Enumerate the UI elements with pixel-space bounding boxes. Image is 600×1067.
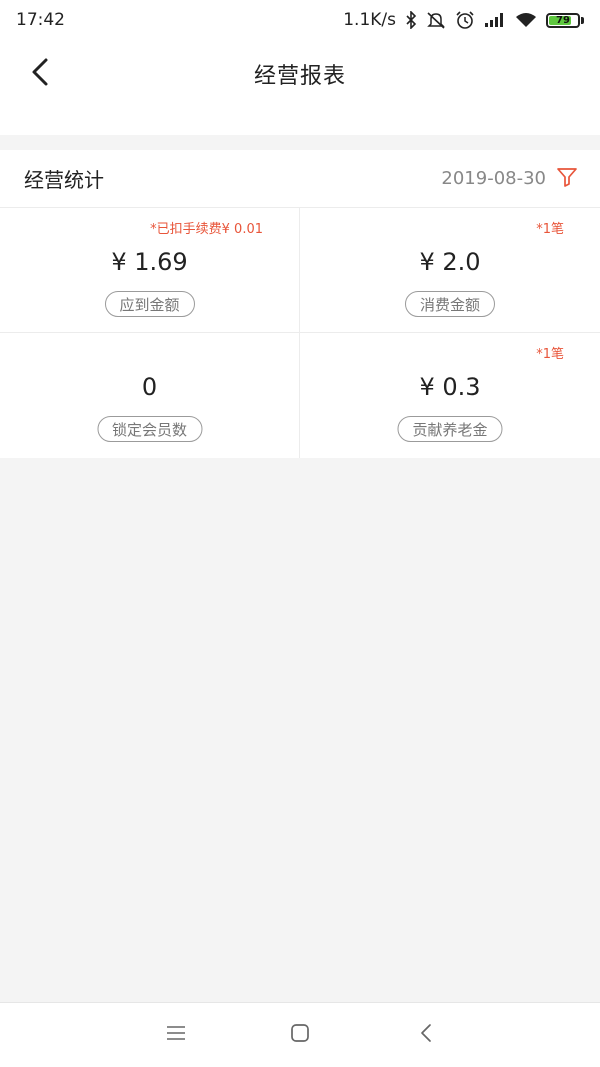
battery-indicator: 79 [546,12,580,28]
stat-note: *已扣手续费¥ 0.01 [150,222,263,237]
date-filter-button[interactable]: 2019-08-30 [441,166,578,192]
stat-cell-pension: *1笔 ¥ 0.3 贡献养老金 [300,333,600,458]
system-back-button[interactable] [412,1021,440,1049]
mute-icon [426,11,446,29]
stat-note: *1笔 [536,222,564,237]
status-icons: 1.1K/s 79 [343,10,584,30]
screen: 17:42 1.1K/s 79 经营报表 经营统计 2019-08-30 *已扣… [0,0,600,1067]
status-bar: 17:42 1.1K/s 79 [0,0,600,40]
stats-title: 经营统计 [24,168,104,192]
stat-cell-consumption: *1笔 ¥ 2.0 消费金额 [300,208,600,333]
stat-label: 消费金额 [404,291,496,317]
battery-level: 79 [556,14,570,26]
filter-icon [556,166,578,192]
bluetooth-icon [405,11,417,29]
network-speed: 1.1K/s [343,10,396,30]
back-icon [419,1023,433,1047]
stats-grid: *已扣手续费¥ 0.01 ¥ 1.69 应到金额 *1笔 ¥ 2.0 消费金额 … [0,208,600,458]
stat-value: ¥ 1.69 [111,248,188,276]
stat-value: ¥ 2.0 [419,248,481,276]
wifi-icon [515,12,537,28]
nav-bar: 经营报表 [0,40,600,135]
menu-button[interactable] [162,1021,190,1049]
signal-icon [484,12,506,28]
stat-value: 0 [141,373,158,401]
stats-card: 经营统计 2019-08-30 *已扣手续费¥ 0.01 ¥ 1.69 应到金额… [0,150,600,458]
stat-note: *1笔 [536,347,564,362]
stat-label: 锁定会员数 [96,416,203,442]
stats-header: 经营统计 2019-08-30 [0,150,600,208]
date-text: 2019-08-30 [441,168,546,189]
stat-cell-locked-members: 0 锁定会员数 [0,333,300,458]
system-nav-bar [0,1002,600,1067]
page-title: 经营报表 [253,64,346,89]
home-icon [290,1023,310,1047]
home-button[interactable] [286,1021,314,1049]
stat-cell-receivable: *已扣手续费¥ 0.01 ¥ 1.69 应到金额 [0,208,300,333]
alarm-icon [455,10,475,30]
stat-label: 贡献养老金 [397,416,503,442]
battery-icon: 79 [546,12,584,28]
battery-cap [581,16,584,24]
stat-value: ¥ 0.3 [419,373,481,401]
menu-icon [166,1025,186,1045]
status-time: 17:42 [16,10,65,30]
stat-label: 应到金额 [104,291,195,317]
